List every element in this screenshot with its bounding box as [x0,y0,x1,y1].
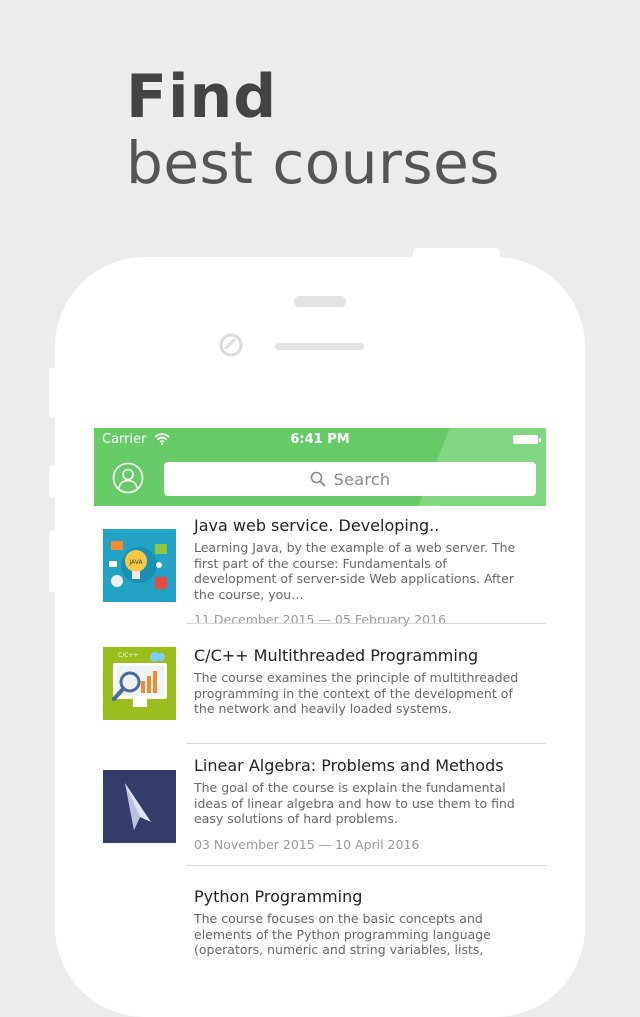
course-content: Java web service. Developing.. Learning … [194,516,530,627]
cursor-arrow-illustration-icon [103,770,176,843]
search-placeholder: Search [333,469,391,489]
course-dates: 03 November 2015 — 10 April 2016 [194,836,420,852]
status-bar: Carrier 6:41 PM [94,428,546,452]
search-input[interactable]: Search [164,462,536,496]
analytics-course-illustration-icon: C/C++ [103,647,176,720]
headline-find: Find [126,62,278,132]
app-screen: Carrier 6:41 PM Search JAVA Java web ser… [94,428,546,960]
search-icon [310,471,326,487]
course-content: C/C++ Multithreaded Programming The cour… [194,646,530,717]
battery-icon [513,435,541,444]
course-content: Python Programming The course focuses on… [194,887,530,960]
java-course-illustration-icon: JAVA [103,529,176,602]
course-title: Linear Algebra: Problems and Methods [194,756,504,775]
course-item[interactable]: Linear Algebra: Problems and Methods The… [94,744,546,866]
svg-text:JAVA: JAVA [128,559,143,566]
phone-earpiece [275,343,364,350]
course-item[interactable]: Python Programming The course focuses on… [94,866,546,960]
profile-icon[interactable] [112,462,144,494]
course-item[interactable]: C/C++ C/C++ Multithreaded Programming Th… [94,624,546,744]
course-title: Python Programming [194,887,363,906]
course-item[interactable]: JAVA Java web service. Developing.. Lear… [94,506,546,627]
svg-text:C/C++: C/C++ [118,652,138,659]
promo-headline: Find best courses [126,62,500,194]
course-description: The course focuses on the basic concepts… [194,911,491,960]
phone-speaker [294,296,346,307]
status-time: 6:41 PM [290,432,350,447]
course-title: Java web service. Developing.. [194,516,440,535]
course-description: The goal of the course is explain the fu… [194,780,515,826]
app-header: Carrier 6:41 PM Search [94,428,546,506]
course-content: Linear Algebra: Problems and Methods The… [194,756,530,852]
headline-best-courses: best courses [126,129,500,197]
course-description: Learning Java, by the example of a web s… [194,540,516,602]
course-description: The course examines the principle of mul… [194,670,519,716]
course-title: C/C++ Multithreaded Programming [194,646,479,665]
phone-camera-icon [219,333,243,357]
